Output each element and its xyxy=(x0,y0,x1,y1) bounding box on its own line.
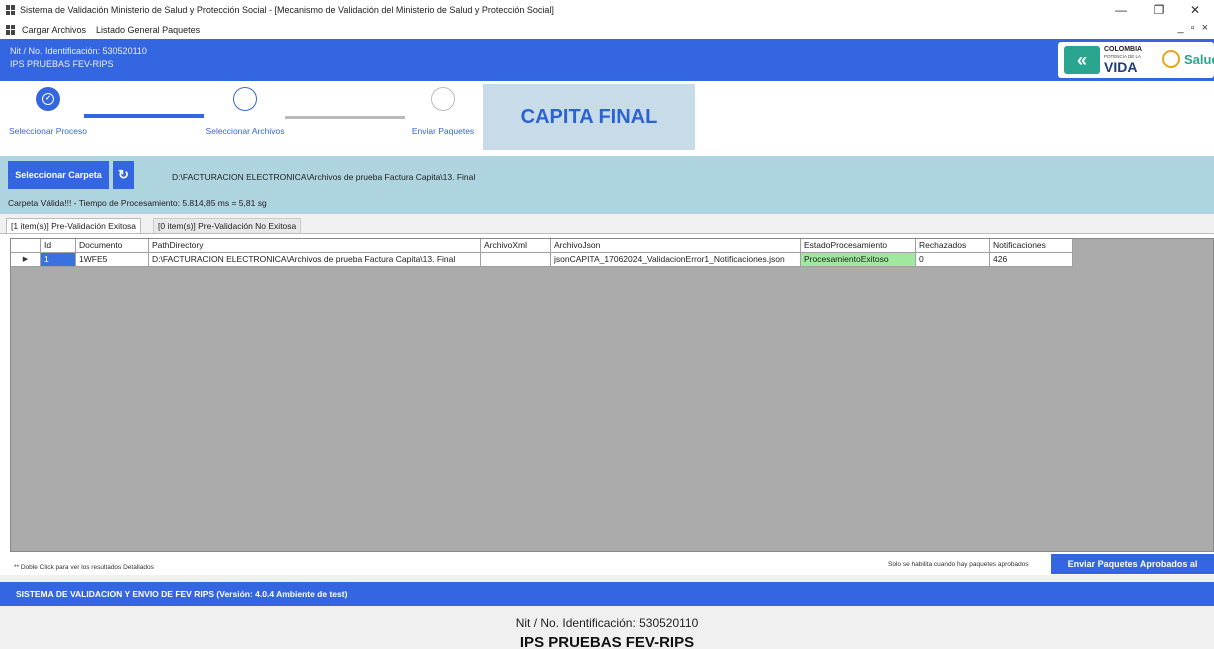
cell-rechazados[interactable]: 0 xyxy=(916,253,990,267)
cell-archivojson[interactable]: jsonCAPITA_17062024_ValidacionError1_Not… xyxy=(551,253,801,267)
mdi-window-controls[interactable]: _ ▫ × xyxy=(1177,22,1210,34)
column-header-pathdirectory[interactable]: PathDirectory xyxy=(149,239,481,253)
window-titlebar: Sistema de Validación Ministerio de Salu… xyxy=(0,0,1214,20)
cell-pathdirectory[interactable]: D:\FACTURACION ELECTRONICA\Archivos de p… xyxy=(149,253,481,267)
grid-corner xyxy=(11,239,41,253)
cell-notificaciones[interactable]: 426 xyxy=(990,253,1073,267)
column-header-notificaciones[interactable]: Notificaciones xyxy=(990,239,1073,253)
column-header-documento[interactable]: Documento xyxy=(76,239,149,253)
approved-only-message: Solo se habilita cuando hay paquetes apr… xyxy=(888,561,1029,568)
step-done-icon: ✓ xyxy=(36,87,60,111)
step-connector-pending xyxy=(285,116,405,119)
column-header-rechazados[interactable]: Rechazados xyxy=(916,239,990,253)
step-label: Seleccionar Archivos xyxy=(205,126,285,136)
menu-bar: Cargar Archivos Listado General Paquetes… xyxy=(0,20,1214,39)
minimize-button[interactable]: — xyxy=(1102,0,1140,20)
chevron-logo-icon: « xyxy=(1064,46,1100,74)
menu-listado-general-paquetes[interactable]: Listado General Paquetes xyxy=(96,25,200,35)
step-active-icon xyxy=(233,87,257,111)
step-seleccionar-archivos[interactable]: Seleccionar Archivos xyxy=(205,87,285,137)
send-approved-packages-button[interactable]: Enviar Paquetes Aprobados al xyxy=(1051,554,1214,574)
window-title: Sistema de Validación Ministerio de Salu… xyxy=(20,5,554,15)
app-icon xyxy=(6,5,16,15)
colombia-vida-logo: « COLOMBIA POTENCIA DE LA VIDA Salud xyxy=(1058,42,1214,78)
step-pending-icon xyxy=(431,87,455,111)
step-label: Enviar Paquetes xyxy=(411,126,475,136)
cell-archivoxml[interactable] xyxy=(481,253,551,267)
double-click-hint: ** Doble Click para ver los resultados D… xyxy=(14,564,154,571)
logo-colombia-text: COLOMBIA xyxy=(1104,46,1143,53)
row-selector-icon[interactable]: ▶ xyxy=(11,253,41,267)
close-button[interactable]: ✕ xyxy=(1176,0,1214,20)
step-connector-done xyxy=(84,114,204,118)
header-nit: Nit / No. Identificación: 530520110 xyxy=(10,46,147,56)
tab-panel: Id Documento PathDirectory ArchivoXml Ar… xyxy=(0,233,1214,575)
logo-salud-text: Salud xyxy=(1184,52,1214,67)
process-wizard: ✓ Seleccionar Proceso Seleccionar Archiv… xyxy=(0,81,1214,156)
footer-nit: Nit / No. Identificación: 530520110 xyxy=(515,616,699,630)
column-header-id[interactable]: Id xyxy=(41,239,76,253)
step-enviar-paquetes[interactable]: Enviar Paquetes xyxy=(403,87,483,137)
system-status-bar: SISTEMA DE VALIDACION Y ENVIO DE FEV RIP… xyxy=(0,582,1214,606)
cell-id[interactable]: 1 xyxy=(41,253,76,267)
select-folder-button[interactable]: Seleccionar Carpeta xyxy=(8,161,109,189)
column-header-archivojson[interactable]: ArchivoJson xyxy=(551,239,801,253)
grid-header-row: Id Documento PathDirectory ArchivoXml Ar… xyxy=(11,239,1073,253)
menu-cargar-archivos[interactable]: Cargar Archivos xyxy=(22,25,86,35)
restore-button[interactable]: ❐ xyxy=(1140,0,1178,20)
result-tabs: [1 item(s)] Pre-Validación Exitosa [0 it… xyxy=(0,214,1214,234)
step-seleccionar-proceso[interactable]: ✓ Seleccionar Proceso xyxy=(8,87,88,137)
cell-documento[interactable]: 1WFE5 xyxy=(76,253,149,267)
entity-header: Nit / No. Identificación: 530520110 IPS … xyxy=(0,39,1214,81)
header-ips-name: IPS PRUEBAS FEV-RIPS xyxy=(10,59,114,69)
table-row[interactable]: ▶ 1 1WFE5 D:\FACTURACION ELECTRONICA\Arc… xyxy=(11,253,1073,267)
step-label: Seleccionar Proceso xyxy=(9,126,87,136)
logo-vida-text: VIDA xyxy=(1104,59,1138,75)
mdi-app-icon[interactable] xyxy=(6,24,16,35)
footer-ips-name: IPS PRUEBAS FEV-RIPS xyxy=(519,634,695,649)
folder-path-label: D:\FACTURACION ELECTRONICA\Archivos de p… xyxy=(172,172,476,182)
cell-estadoprocesamiento[interactable]: ProcesamientoExitoso xyxy=(801,253,916,267)
validation-message: Carpeta Válida!!! - Tiempo de Procesamie… xyxy=(8,198,267,208)
tab-pre-validacion-no-exitosa[interactable]: [0 item(s)] Pre-Validación No Exitosa xyxy=(153,218,302,234)
results-grid[interactable]: Id Documento PathDirectory ArchivoXml Ar… xyxy=(10,238,1214,552)
column-header-estadoprocesamiento[interactable]: EstadoProcesamiento xyxy=(801,239,916,253)
column-header-archivoxml[interactable]: ArchivoXml xyxy=(481,239,551,253)
seal-icon xyxy=(1162,50,1180,68)
process-name-banner: CAPITA FINAL xyxy=(483,84,695,150)
refresh-icon[interactable]: ↻ xyxy=(113,161,134,189)
tab-pre-validacion-exitosa[interactable]: [1 item(s)] Pre-Validación Exitosa xyxy=(6,218,142,234)
folder-toolbar: Seleccionar Carpeta ↻ D:\FACTURACION ELE… xyxy=(0,156,1214,214)
